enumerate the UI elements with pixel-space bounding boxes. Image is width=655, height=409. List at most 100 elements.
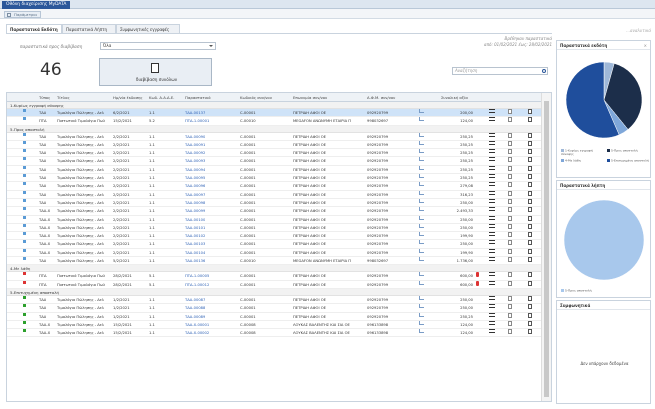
mydata-icon[interactable]: [419, 320, 424, 325]
print-icon[interactable]: [508, 320, 512, 326]
open-document-icon[interactable]: [528, 280, 532, 286]
print-icon[interactable]: [508, 157, 512, 163]
print-icon[interactable]: [508, 312, 512, 318]
table-row[interactable]: ΠΤΔ Πιστωτικό Τιμολόγιο Πωλ 28/2/2021 5.1 ΠΤ…: [7, 280, 542, 289]
details-icon[interactable]: [489, 215, 495, 220]
group-header[interactable]: 5-Επιτυχημένη αποστολή: [7, 288, 542, 296]
mydata-icon[interactable]: [419, 272, 424, 277]
print-icon[interactable]: [508, 190, 512, 196]
search-input[interactable]: Αναζήτηση: [452, 67, 548, 75]
details-icon[interactable]: [489, 198, 495, 203]
cell-doc[interactable]: ΤΔΑ-00090: [185, 133, 205, 141]
open-document-icon[interactable]: [528, 117, 532, 123]
table-row[interactable]: ΤΔΑ Τιμολόγιο Πώλησης - Δελ 2/2/2021 1.1 ΤΔΑ…: [7, 140, 542, 150]
print-icon[interactable]: [508, 132, 512, 138]
open-document-icon[interactable]: [528, 295, 532, 301]
details-icon[interactable]: [489, 149, 495, 154]
mydata-icon[interactable]: [419, 280, 424, 285]
table-row[interactable]: ΤΔΑ-Χ Τιμολόγιο Πώλησης - Δελ 2/2/2021 1.1 Τ…: [7, 223, 542, 233]
mydata-icon[interactable]: [419, 248, 424, 253]
mydata-icon[interactable]: [419, 190, 424, 195]
table-row[interactable]: ΤΔΑ Τιμολόγιο Πώλησης - Δελ 2/2/2021 1.1 ΤΔΑ…: [7, 149, 542, 158]
details-icon[interactable]: [489, 207, 495, 212]
col-type[interactable]: Τύπος: [39, 93, 50, 102]
open-document-icon[interactable]: [528, 232, 532, 238]
table-row[interactable]: ΤΔΑ-Χ Τιμολόγιο Πώλησης - Δελ 2/2/2021 1.1 Τ…: [7, 248, 542, 258]
col-date[interactable]: Ημ/νία έκδοσης: [113, 93, 143, 102]
mydata-icon[interactable]: [419, 257, 424, 262]
print-icon[interactable]: [508, 257, 512, 263]
details-icon[interactable]: [489, 223, 495, 228]
table-row[interactable]: ΤΔΑ-Χ Τιμολόγιο Πώλησης - Δελ 2/2/2021 1.1 Τ…: [7, 207, 542, 216]
error-icon[interactable]: [476, 280, 479, 286]
group-header[interactable]: 4-Με λάθη: [7, 265, 542, 273]
print-icon[interactable]: [508, 223, 512, 229]
cell-doc[interactable]: ΤΔΑ-00095: [185, 174, 205, 182]
print-icon[interactable]: [508, 280, 512, 286]
print-icon[interactable]: [508, 140, 512, 146]
table-row[interactable]: ΠΤΔ Πιστωτικό Τιμολόγιο Πωλ 28/2/2021 5.1 ΠΤ…: [7, 272, 542, 281]
open-document-icon[interactable]: [528, 272, 532, 278]
open-document-icon[interactable]: [528, 165, 532, 171]
mydata-icon[interactable]: [419, 109, 424, 113]
tab-issuer[interactable]: Παραστατικά Εκδότη: [6, 24, 62, 33]
mydata-icon[interactable]: [419, 198, 424, 203]
mydata-icon[interactable]: [419, 207, 424, 212]
open-document-icon[interactable]: [528, 198, 532, 204]
open-document-icon[interactable]: [528, 190, 532, 196]
details-icon[interactable]: [489, 320, 495, 325]
cell-doc[interactable]: ΤΔΑ-00094: [185, 166, 205, 174]
cell-doc[interactable]: ΤΔΑ-00101: [185, 224, 205, 232]
details-icon[interactable]: [489, 329, 495, 334]
print-icon[interactable]: [508, 182, 512, 188]
details-icon[interactable]: [489, 109, 495, 113]
print-icon[interactable]: [508, 304, 512, 310]
open-document-icon[interactable]: [528, 304, 532, 310]
open-document-icon[interactable]: [528, 182, 532, 188]
cell-doc[interactable]: ΤΔΑ-00087: [185, 296, 205, 304]
mydata-icon[interactable]: [419, 215, 424, 220]
mydata-icon[interactable]: [419, 312, 424, 317]
cell-doc[interactable]: ΤΔΑ-00104: [185, 249, 205, 257]
details-icon[interactable]: [489, 190, 495, 195]
cell-doc[interactable]: ΤΔΑ-00097: [185, 191, 205, 199]
scrollbar-thumb[interactable]: [544, 101, 549, 397]
details-icon[interactable]: [489, 174, 495, 179]
table-row[interactable]: ΤΔΑ Τιμολόγιο Πώλησης - Δελ 2/2/2021 1.1 ΤΔΑ…: [7, 157, 542, 166]
details-icon[interactable]: [489, 272, 495, 277]
details-icon[interactable]: [489, 248, 495, 253]
cell-doc[interactable]: ΠΤΔ-1-00012: [185, 281, 209, 289]
send-button[interactable]: διαβίβαση συνόλων: [99, 58, 212, 86]
details-icon[interactable]: [489, 132, 495, 137]
window-title[interactable]: Οθόνη διαχείρισης MyDATA: [2, 1, 71, 9]
cell-doc[interactable]: ΤΔΑ-00099: [185, 207, 205, 215]
vertical-scrollbar[interactable]: [541, 93, 551, 401]
error-icon[interactable]: [476, 272, 479, 278]
cell-doc[interactable]: ΤΔΑ-00093: [185, 157, 205, 165]
details-icon[interactable]: [489, 312, 495, 317]
cell-doc[interactable]: ΤΔΑ-00100: [185, 216, 205, 224]
print-icon[interactable]: [508, 240, 512, 246]
open-document-icon[interactable]: [528, 109, 532, 114]
table-row[interactable]: ΤΔΑ-Χ Τιμολόγιο Πώλησης - Δελ 15/2/2021 1.1…: [7, 320, 542, 330]
print-icon[interactable]: [508, 117, 512, 123]
col-total[interactable]: Συνολική αξία: [441, 93, 468, 102]
open-document-icon[interactable]: [528, 157, 532, 163]
print-icon[interactable]: [508, 198, 512, 204]
cell-doc[interactable]: ΤΔΑ-Χ-00002: [185, 329, 209, 337]
details-icon[interactable]: [489, 117, 495, 122]
search-icon[interactable]: [542, 69, 546, 73]
table-row[interactable]: ΤΔΑ Τιμολόγιο Πώλησης - Δελ 1/2/2021 1.1 ΤΔΑ…: [7, 312, 542, 321]
details-icon[interactable]: [489, 140, 495, 145]
table-row[interactable]: ΤΔΑ Τιμολόγιο Πώλησης - Δελ 2/2/2021 1.1 ΤΔΑ…: [7, 174, 542, 183]
table-row[interactable]: ΤΔΑ Τιμολόγιο Πώλησης - Δελ 2/2/2021 1.1 ΤΔΑ…: [7, 165, 542, 175]
table-row[interactable]: ΤΔΑ Τιμολόγιο Πώλησης - Δελ 5/2/2021 1.1 ΤΔΑ…: [7, 257, 542, 266]
print-icon[interactable]: [508, 248, 512, 254]
cell-doc[interactable]: ΤΔΑ-Χ-00001: [185, 321, 209, 329]
mydata-icon[interactable]: [419, 295, 424, 300]
details-icon[interactable]: [489, 232, 495, 237]
open-document-icon[interactable]: [528, 223, 532, 229]
print-icon[interactable]: [508, 295, 512, 301]
details-icon[interactable]: [489, 165, 495, 170]
col-code[interactable]: Κωδ. Α.Α.Δ.Ε.: [149, 93, 174, 102]
